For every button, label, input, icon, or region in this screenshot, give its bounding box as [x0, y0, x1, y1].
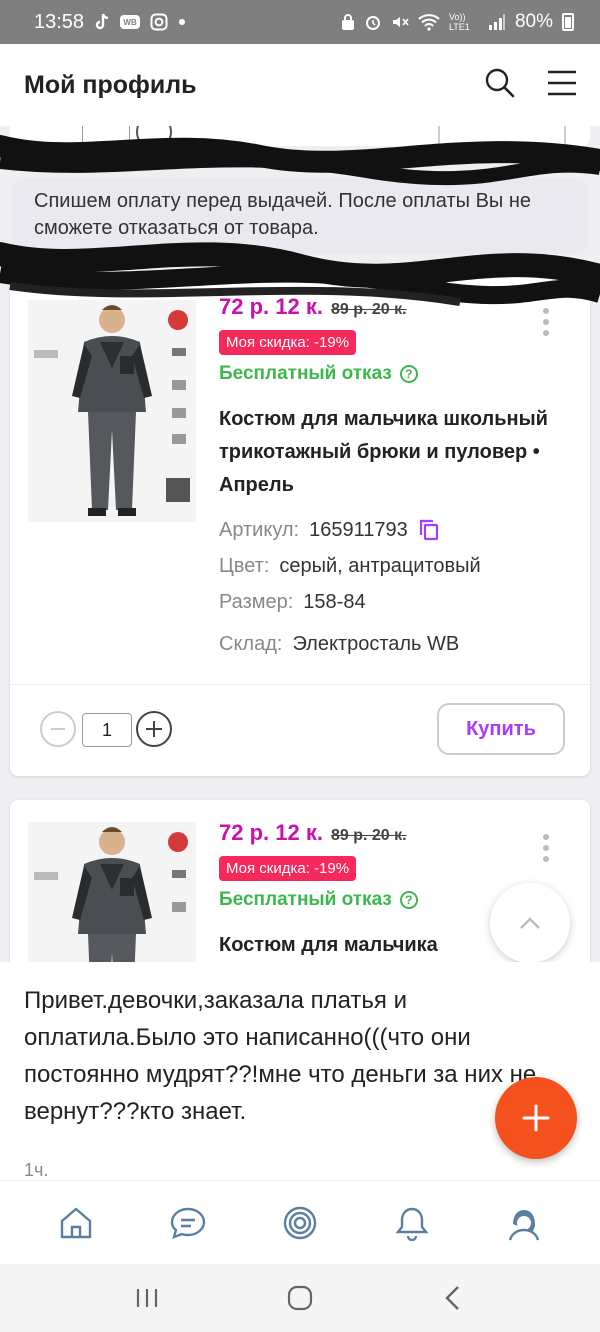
size-row: Размер: 158-84 [219, 584, 559, 620]
color-row: Цвет: серый, антрацитовый [219, 548, 559, 584]
warehouse-value: Электросталь WB [292, 632, 460, 655]
tiktok-icon [94, 13, 110, 31]
plus-icon[interactable] [136, 711, 172, 747]
battery-icon [562, 13, 574, 31]
wifi-icon [418, 13, 440, 31]
wb-app-icon: WB [120, 15, 141, 29]
payment-notice: Спишем оплату перед выдачей. После оплат… [12, 178, 588, 254]
size-value: 158-84 [303, 590, 366, 613]
free-return-label: Бесплатный отказ [219, 889, 392, 910]
status-bar: 13:58 WB Vo)) LTE1 80% [0, 0, 600, 44]
battery-percent: 80% [514, 11, 553, 32]
size-label: Размер: [219, 590, 294, 613]
system-nav [0, 1264, 600, 1332]
add-button[interactable] [495, 1077, 577, 1159]
free-return-label: Бесплатный отказ [219, 363, 392, 384]
home-circle-icon[interactable] [270, 1273, 330, 1323]
product-image[interactable] [28, 822, 196, 962]
old-price: 89 р. 20 к. [330, 301, 407, 318]
previous-plus-icon [136, 126, 172, 150]
chat-icon[interactable] [158, 1193, 218, 1253]
color-label: Цвет: [219, 554, 270, 577]
color-value: серый, антрацитовый [279, 554, 481, 577]
bottom-nav [0, 1180, 600, 1264]
minus-icon[interactable] [40, 711, 76, 747]
embedded-screenshot: Спишем оплату перед выдачей. После оплат… [0, 126, 600, 962]
article-value: 165911793 [309, 518, 408, 541]
article-label: Артикул: [219, 518, 300, 541]
back-icon[interactable] [423, 1273, 483, 1323]
search-icon[interactable] [484, 67, 516, 104]
copy-icon[interactable] [418, 518, 440, 542]
product-info: 72 р. 12 к. 89 р. 20 к. Моя скидка: -19%… [219, 294, 559, 662]
menu-icon[interactable] [546, 69, 578, 102]
recents-icon[interactable] [117, 1273, 177, 1323]
price: 72 р. 12 к. [219, 294, 323, 319]
bell-icon[interactable] [382, 1193, 442, 1253]
target-icon[interactable] [270, 1193, 330, 1253]
post-time: 1ч. [24, 1160, 49, 1180]
plus-icon [522, 1104, 550, 1132]
previous-qty-box [82, 126, 130, 146]
article-row: Артикул: 165911793 [219, 512, 559, 548]
warehouse-row: Склад: Электросталь WB [219, 626, 559, 662]
quantity-field[interactable]: 1 [82, 713, 132, 747]
signal-icon [488, 13, 506, 31]
card-footer: 1 Купить [10, 684, 590, 776]
app-header: Мой профиль [0, 44, 600, 126]
mute-icon [391, 13, 409, 31]
lock-icon [341, 13, 355, 31]
question-icon[interactable]: ? [399, 365, 418, 383]
home-icon[interactable] [46, 1193, 106, 1253]
discount-badge: Моя скидка: -19% [219, 856, 357, 881]
old-price: 89 р. 20 к. [330, 827, 407, 844]
network-label: Vo)) LTE1 [448, 12, 470, 32]
product-image[interactable] [28, 300, 196, 522]
chevron-up-icon [520, 917, 540, 929]
product-card: 72 р. 12 к. 89 р. 20 к. Моя скидка: -19%… [10, 276, 590, 776]
discount-badge: Моя скидка: -19% [219, 330, 357, 355]
notification-dot-icon [178, 18, 186, 26]
alarm-icon [364, 13, 382, 31]
previous-buy-button [438, 126, 566, 156]
page-title: Мой профиль [24, 70, 197, 99]
buy-button[interactable]: Купить [437, 703, 565, 755]
profile-icon[interactable] [494, 1193, 554, 1253]
instagram-icon [150, 13, 168, 31]
question-icon[interactable]: ? [399, 891, 418, 909]
scroll-up-button[interactable] [490, 883, 570, 962]
price: 72 р. 12 к. [219, 820, 323, 845]
product-title[interactable]: Костюм для мальчика школьный трикотажный… [219, 403, 559, 502]
free-return[interactable]: Бесплатный отказ ? [219, 363, 559, 385]
warehouse-label: Склад: [219, 632, 283, 655]
status-time: 13:58 [34, 10, 85, 33]
